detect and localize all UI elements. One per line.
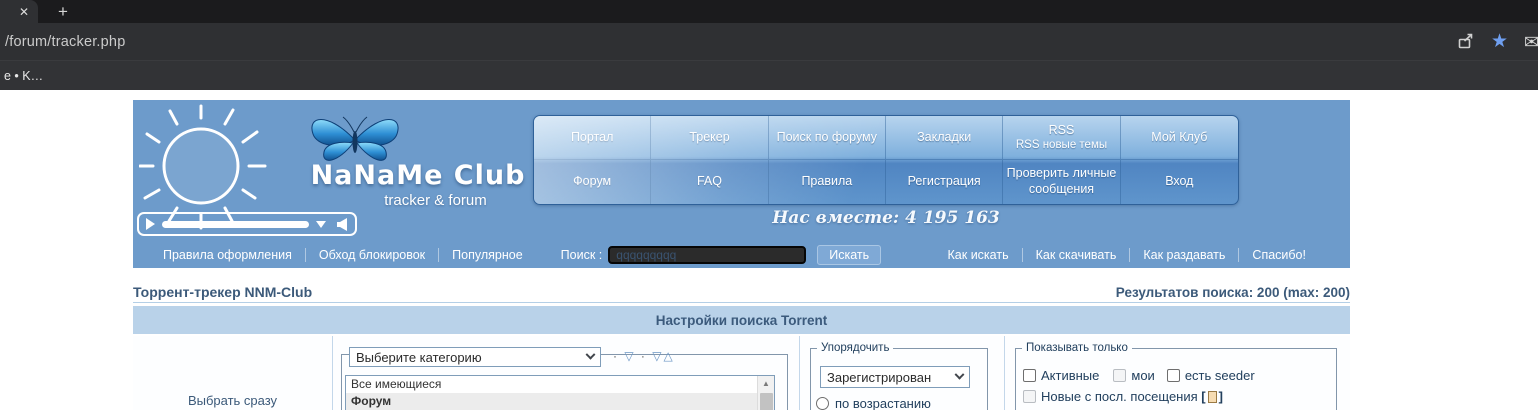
show-only-row2: Новые с посл. посещения [ ] [1023, 389, 1223, 404]
nav-link-how-to-download[interactable]: Как скачивать [1036, 248, 1117, 262]
search-label: Поиск : [560, 247, 603, 262]
panel-title: Настройки поиска Torrent [655, 312, 828, 328]
nav-separator [438, 247, 440, 262]
tracker-title[interactable]: Торрент-трекер NNM-Club [133, 284, 312, 300]
select-at-once-label: Выбрать сразу [187, 393, 278, 408]
show-only-legend: Показывать только [1026, 342, 1128, 354]
site-logo-subtitle: tracker & forum [384, 192, 487, 209]
bookmark-star-icon[interactable]: ★ [1491, 32, 1508, 51]
dot-icon: · [640, 349, 647, 363]
new-tab-button[interactable]: + [50, 1, 76, 22]
search-settings-panel-body: Выбрать сразу Выберите категорию · ▽ · ▽… [133, 334, 1350, 410]
new-since-last-visit-label: Новые с посл. посещения [1041, 389, 1198, 404]
mine-checkbox [1113, 369, 1127, 382]
active-checkbox[interactable] [1023, 369, 1036, 382]
tab-strip: ✕ + [0, 0, 1538, 23]
browser-toolbar: /forum/tracker.php ★ ✉ [0, 23, 1538, 60]
menu-item-portal[interactable]: Портал [534, 116, 652, 160]
menu-item-private-messages[interactable]: Проверить личные сообщения [1003, 160, 1121, 204]
new-since-last-visit-checkbox [1023, 390, 1036, 403]
dot-icon: · [613, 349, 619, 363]
nav-separator [1129, 247, 1131, 262]
listbox-scrollbar[interactable]: ▲ [757, 376, 774, 410]
search-results-count: Результатов поиска: 200 (max: 200) [1115, 285, 1350, 300]
nav-link-design-rules[interactable]: Правила оформления [163, 248, 292, 262]
has-seeder-checkbox[interactable] [1166, 369, 1180, 382]
search-input[interactable] [608, 245, 807, 264]
has-seeder-label: есть seeder [1184, 368, 1255, 383]
nav-link-how-to-search[interactable]: Как искать [948, 248, 1009, 262]
ascending-label: по возрастанию [835, 396, 931, 410]
page-body: NaNaMe Club tracker & forum Портал Треке… [0, 100, 1538, 413]
menu-item-bookmarks[interactable]: Закладки [886, 116, 1004, 160]
members-counter: Нас вместе: 4 195 163 [772, 208, 1000, 228]
nav-right-links: Как искать Как скачивать Как раздавать С… [948, 247, 1306, 262]
play-icon[interactable] [146, 218, 155, 230]
sort-desc-icon[interactable]: ▽ [652, 349, 663, 363]
category-listbox[interactable]: Все имеющиеся Форум |- Региональные встр… [345, 375, 775, 410]
dropdown-arrow-icon[interactable] [316, 220, 326, 228]
nav-link-thanks[interactable]: Спасибо! [1252, 248, 1306, 262]
order-select[interactable]: Зарегистрирован [820, 366, 970, 388]
sort-icons: · ▽ · ▽△ [613, 349, 675, 363]
category-cell: Выберите категорию · ▽ · ▽△ Все имеющиес… [333, 336, 800, 410]
scrollbar-thumb[interactable] [760, 393, 773, 410]
divider [133, 302, 1350, 303]
nav-link-bypass-blocks[interactable]: Обход блокировок [319, 248, 425, 262]
show-only-cell: Показывать только Активные мои есть seed… [1005, 336, 1350, 410]
ascending-radio-row: по возрастанию [816, 396, 931, 410]
active-label: Активные [1041, 368, 1100, 383]
toolbar-icons: ★ ✉ [1456, 32, 1538, 51]
menu-item-forum-search[interactable]: Поиск по форуму [768, 116, 886, 160]
nav-separator [1021, 247, 1023, 262]
nav-link-popular[interactable]: Популярное [452, 248, 523, 262]
share-icon[interactable] [1456, 32, 1475, 51]
chevron-down-icon [585, 349, 596, 360]
page-title-row: Торрент-трекер NNM-Club Результатов поис… [133, 278, 1350, 300]
bookmarks-bar: e • K… [0, 60, 1538, 90]
sort-asc-icon[interactable]: △ [664, 349, 675, 363]
ascending-radio[interactable] [816, 397, 829, 410]
nav-separator [304, 247, 306, 262]
list-item[interactable]: Все имеющиеся [346, 376, 774, 393]
menu-item-registration[interactable]: Регистрация [886, 160, 1004, 204]
list-item[interactable]: Форум [346, 393, 774, 410]
menu-item-tracker[interactable]: Трекер [651, 116, 769, 160]
chevron-down-icon [954, 369, 965, 380]
menu-item-forum[interactable]: Форум [534, 160, 652, 204]
site-navbar: Правила оформления Обход блокировок Попу… [133, 241, 1350, 268]
sort-desc-icon[interactable]: ▽ [624, 349, 635, 363]
mine-label: мои [1131, 368, 1155, 383]
menu-item-my-club[interactable]: Мой Клуб [1120, 116, 1238, 160]
document-icon[interactable] [1207, 390, 1217, 403]
select-at-once-cell: Выбрать сразу [133, 336, 333, 410]
audio-player[interactable] [137, 212, 357, 236]
close-tab-icon[interactable]: ✕ [19, 6, 29, 18]
menu-item-login[interactable]: Вход [1121, 160, 1238, 204]
menu-item-rules[interactable]: Правила [769, 160, 886, 204]
nav-separator [1238, 247, 1240, 262]
category-select[interactable]: Выберите категорию [349, 347, 601, 367]
site-header: NaNaMe Club tracker & forum Портал Треке… [133, 100, 1350, 268]
mail-extension-icon[interactable]: ✉ [1524, 33, 1538, 51]
menu-item-faq[interactable]: FAQ [651, 160, 769, 204]
order-cell: Упорядочить Зарегистрирован по возрастан… [800, 336, 1005, 410]
content-area: NaNaMe Club tracker & forum Портал Треке… [133, 100, 1350, 410]
site-logo-title[interactable]: NaNaMe Club [273, 160, 563, 191]
address-bar[interactable]: /forum/tracker.php [0, 34, 125, 50]
nav-link-how-to-seed[interactable]: Как раздавать [1143, 248, 1225, 262]
progress-bar[interactable] [162, 220, 309, 228]
active-tab[interactable]: ✕ [0, 0, 38, 23]
show-only-row1: Активные мои есть seeder [1023, 368, 1255, 383]
order-legend: Упорядочить [821, 342, 890, 354]
scrollbar-up-icon[interactable]: ▲ [758, 376, 774, 391]
volume-icon[interactable] [333, 217, 348, 231]
search-settings-panel-header: Настройки поиска Torrent [133, 306, 1350, 334]
menu-item-rss[interactable]: RSS RSS новые темы [1003, 116, 1121, 160]
search-button[interactable]: Искать [817, 244, 882, 265]
main-menu: Портал Трекер Поиск по форуму Закладки R… [533, 115, 1239, 205]
bookmark-item[interactable]: e • K… [4, 69, 43, 83]
